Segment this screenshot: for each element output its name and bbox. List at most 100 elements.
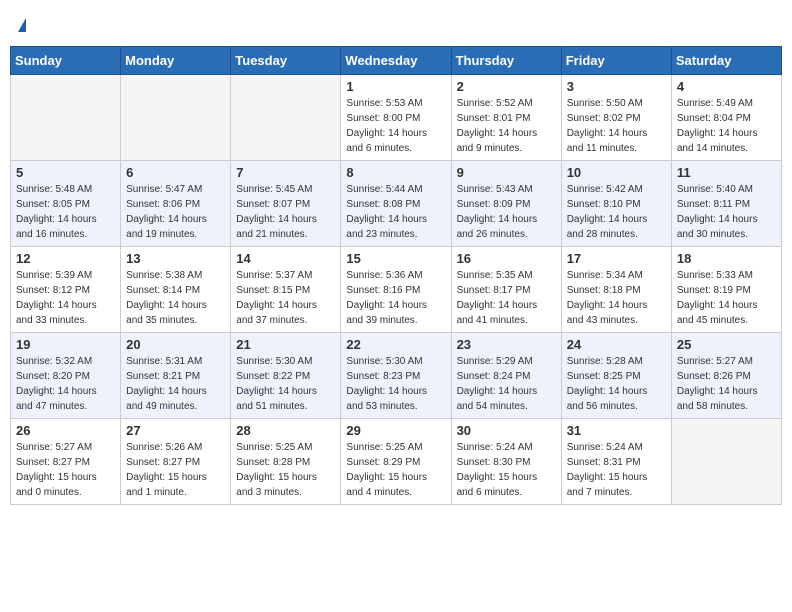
day-info: Sunrise: 5:37 AMSunset: 8:15 PMDaylight:… (236, 268, 335, 328)
day-cell: 31 Sunrise: 5:24 AMSunset: 8:31 PMDayligh… (561, 419, 671, 505)
day-cell: 14 Sunrise: 5:37 AMSunset: 8:15 PMDayligh… (231, 247, 341, 333)
day-cell: 15 Sunrise: 5:36 AMSunset: 8:16 PMDayligh… (341, 247, 451, 333)
day-number: 25 (677, 337, 776, 352)
day-cell: 3 Sunrise: 5:50 AMSunset: 8:02 PMDaylight… (561, 75, 671, 161)
day-number: 16 (457, 251, 556, 266)
day-info: Sunrise: 5:48 AMSunset: 8:05 PMDaylight:… (16, 182, 115, 242)
day-cell: 9 Sunrise: 5:43 AMSunset: 8:09 PMDaylight… (451, 161, 561, 247)
calendar-body: 1 Sunrise: 5:53 AMSunset: 8:00 PMDaylight… (11, 75, 782, 505)
day-cell: 25 Sunrise: 5:27 AMSunset: 8:26 PMDayligh… (671, 333, 781, 419)
day-number: 21 (236, 337, 335, 352)
day-cell: 23Sunrise: 5:29 AMSunset: 8:24 PMDayligh… (451, 333, 561, 419)
day-cell (11, 75, 121, 161)
day-info: Sunrise: 5:26 AMSunset: 8:27 PMDaylight:… (126, 440, 225, 500)
day-cell: 12 Sunrise: 5:39 AMSunset: 8:12 PMDayligh… (11, 247, 121, 333)
day-info: Sunrise: 5:38 AMSunset: 8:14 PMDaylight:… (126, 268, 225, 328)
day-info: Sunrise: 5:49 AMSunset: 8:04 PMDaylight:… (677, 96, 776, 156)
day-cell: 28 Sunrise: 5:25 AMSunset: 8:28 PMDayligh… (231, 419, 341, 505)
day-info: Sunrise: 5:30 AMSunset: 8:23 PMDaylight:… (346, 354, 445, 414)
day-cell: 24 Sunrise: 5:28 AMSunset: 8:25 PMDayligh… (561, 333, 671, 419)
day-number: 29 (346, 423, 445, 438)
day-cell: 27 Sunrise: 5:26 AMSunset: 8:27 PMDayligh… (121, 419, 231, 505)
day-number: 6 (126, 165, 225, 180)
day-info: Sunrise: 5:43 AMSunset: 8:09 PMDaylight:… (457, 182, 556, 242)
week-row-3: 12 Sunrise: 5:39 AMSunset: 8:12 PMDayligh… (11, 247, 782, 333)
day-info: Sunrise: 5:32 AMSunset: 8:20 PMDaylight:… (16, 354, 115, 414)
day-cell (121, 75, 231, 161)
day-number: 26 (16, 423, 115, 438)
day-cell: 22 Sunrise: 5:30 AMSunset: 8:23 PMDayligh… (341, 333, 451, 419)
day-info: Sunrise: 5:31 AMSunset: 8:21 PMDaylight:… (126, 354, 225, 414)
day-number: 13 (126, 251, 225, 266)
day-number: 23 (457, 337, 556, 352)
header-day-saturday: Saturday (671, 47, 781, 75)
header-day-thursday: Thursday (451, 47, 561, 75)
day-cell: 10 Sunrise: 5:42 AMSunset: 8:10 PMDayligh… (561, 161, 671, 247)
logo-top-line (16, 14, 26, 34)
day-cell: 13 Sunrise: 5:38 AMSunset: 8:14 PMDayligh… (121, 247, 231, 333)
day-info: Sunrise: 5:35 AMSunset: 8:17 PMDaylight:… (457, 268, 556, 328)
day-info: Sunrise: 5:24 AMSunset: 8:30 PMDaylight:… (457, 440, 556, 500)
day-cell (671, 419, 781, 505)
day-number: 3 (567, 79, 666, 94)
day-cell: 26 Sunrise: 5:27 AMSunset: 8:27 PMDayligh… (11, 419, 121, 505)
day-info: Sunrise: 5:39 AMSunset: 8:12 PMDaylight:… (16, 268, 115, 328)
day-cell: 30Sunrise: 5:24 AMSunset: 8:30 PMDayligh… (451, 419, 561, 505)
day-number: 19 (16, 337, 115, 352)
day-cell: 1 Sunrise: 5:53 AMSunset: 8:00 PMDaylight… (341, 75, 451, 161)
day-number: 24 (567, 337, 666, 352)
day-info: Sunrise: 5:28 AMSunset: 8:25 PMDaylight:… (567, 354, 666, 414)
day-number: 28 (236, 423, 335, 438)
logo-triangle-icon (18, 18, 26, 32)
header-day-wednesday: Wednesday (341, 47, 451, 75)
day-number: 27 (126, 423, 225, 438)
week-row-2: 5 Sunrise: 5:48 AMSunset: 8:05 PMDaylight… (11, 161, 782, 247)
day-cell: 16 Sunrise: 5:35 AMSunset: 8:17 PMDayligh… (451, 247, 561, 333)
day-cell: 7Sunrise: 5:45 AMSunset: 8:07 PMDaylight… (231, 161, 341, 247)
header-day-tuesday: Tuesday (231, 47, 341, 75)
day-number: 7 (236, 165, 335, 180)
day-number: 10 (567, 165, 666, 180)
day-cell: 6 Sunrise: 5:47 AMSunset: 8:06 PMDaylight… (121, 161, 231, 247)
day-cell: 11Sunrise: 5:40 AMSunset: 8:11 PMDayligh… (671, 161, 781, 247)
day-cell: 17Sunrise: 5:34 AMSunset: 8:18 PMDayligh… (561, 247, 671, 333)
logo (16, 14, 26, 34)
day-cell: 21 Sunrise: 5:30 AMSunset: 8:22 PMDayligh… (231, 333, 341, 419)
header-day-monday: Monday (121, 47, 231, 75)
day-number: 31 (567, 423, 666, 438)
day-cell: 20Sunrise: 5:31 AMSunset: 8:21 PMDayligh… (121, 333, 231, 419)
day-number: 15 (346, 251, 445, 266)
day-number: 5 (16, 165, 115, 180)
day-info: Sunrise: 5:47 AMSunset: 8:06 PMDaylight:… (126, 182, 225, 242)
day-number: 9 (457, 165, 556, 180)
header-day-friday: Friday (561, 47, 671, 75)
day-cell: 5 Sunrise: 5:48 AMSunset: 8:05 PMDaylight… (11, 161, 121, 247)
day-info: Sunrise: 5:42 AMSunset: 8:10 PMDaylight:… (567, 182, 666, 242)
day-number: 18 (677, 251, 776, 266)
day-info: Sunrise: 5:30 AMSunset: 8:22 PMDaylight:… (236, 354, 335, 414)
day-number: 22 (346, 337, 445, 352)
day-info: Sunrise: 5:33 AMSunset: 8:19 PMDaylight:… (677, 268, 776, 328)
week-row-4: 19 Sunrise: 5:32 AMSunset: 8:20 PMDayligh… (11, 333, 782, 419)
day-cell (231, 75, 341, 161)
day-info: Sunrise: 5:53 AMSunset: 8:00 PMDaylight:… (346, 96, 445, 156)
day-cell: 8Sunrise: 5:44 AMSunset: 8:08 PMDaylight… (341, 161, 451, 247)
day-info: Sunrise: 5:25 AMSunset: 8:28 PMDaylight:… (236, 440, 335, 500)
day-number: 11 (677, 165, 776, 180)
day-info: Sunrise: 5:34 AMSunset: 8:18 PMDaylight:… (567, 268, 666, 328)
day-number: 12 (16, 251, 115, 266)
day-info: Sunrise: 5:50 AMSunset: 8:02 PMDaylight:… (567, 96, 666, 156)
week-row-1: 1 Sunrise: 5:53 AMSunset: 8:00 PMDaylight… (11, 75, 782, 161)
day-cell: 4Sunrise: 5:49 AMSunset: 8:04 PMDaylight… (671, 75, 781, 161)
day-info: Sunrise: 5:36 AMSunset: 8:16 PMDaylight:… (346, 268, 445, 328)
day-number: 1 (346, 79, 445, 94)
header-day-sunday: Sunday (11, 47, 121, 75)
day-number: 14 (236, 251, 335, 266)
day-info: Sunrise: 5:27 AMSunset: 8:26 PMDaylight:… (677, 354, 776, 414)
day-number: 2 (457, 79, 556, 94)
header-row: SundayMondayTuesdayWednesdayThursdayFrid… (11, 47, 782, 75)
calendar-header: SundayMondayTuesdayWednesdayThursdayFrid… (11, 47, 782, 75)
day-info: Sunrise: 5:24 AMSunset: 8:31 PMDaylight:… (567, 440, 666, 500)
header (10, 10, 782, 38)
day-info: Sunrise: 5:27 AMSunset: 8:27 PMDaylight:… (16, 440, 115, 500)
